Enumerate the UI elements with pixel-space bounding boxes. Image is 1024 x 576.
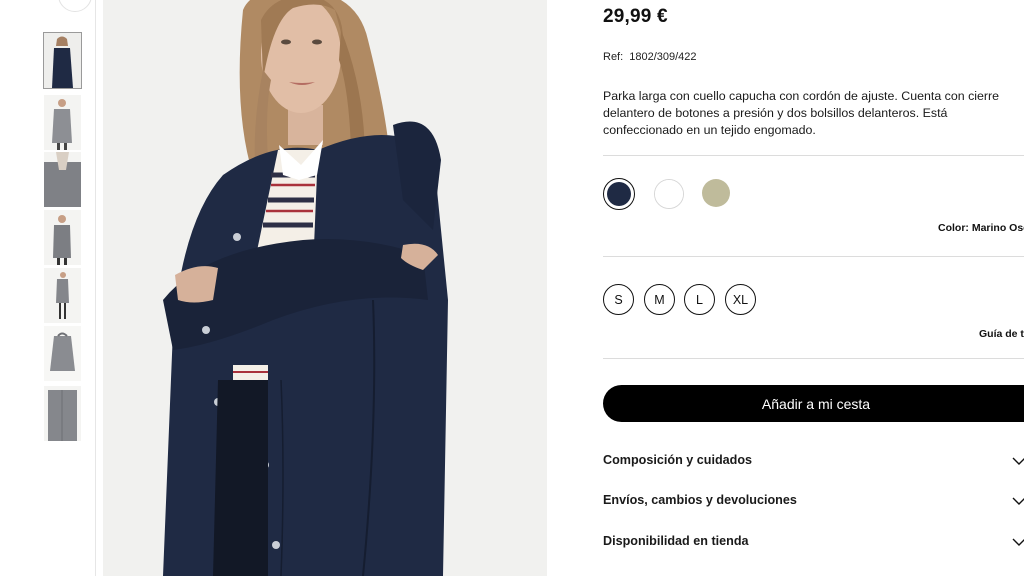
product-details-panel: 29,99 € Ref: 1802/309/422 Parka larga co…	[603, 0, 1024, 576]
accordion-label: Composición y cuidados	[603, 453, 753, 467]
thumbnail-7[interactable]	[44, 386, 81, 441]
color-label-prefix: Color:	[938, 222, 969, 234]
size-guide-link[interactable]: Guía de tallas	[979, 328, 1024, 340]
selected-color-label: Color: Marino Oscuro	[938, 222, 1024, 234]
size-option-xl[interactable]: XL	[725, 284, 756, 315]
chevron-down-icon	[1012, 497, 1024, 505]
thumbnail-4[interactable]	[44, 210, 81, 265]
accordion-label: Envíos, cambios y devoluciones	[603, 493, 797, 507]
product-description: Parka larga con cuello capucha con cordó…	[603, 89, 1000, 137]
divider	[603, 256, 1024, 257]
color-label-value: Marino Oscuro	[971, 222, 1024, 234]
parka-grey-detail-photo-icon	[44, 152, 81, 207]
thumbnail-3[interactable]	[44, 152, 81, 207]
main-product-image[interactable]	[103, 0, 547, 576]
thumbnail-6[interactable]	[44, 326, 81, 381]
color-swatch-white[interactable]	[654, 179, 684, 209]
chevron-down-icon	[1012, 538, 1024, 546]
thumbnail-1[interactable]	[43, 32, 82, 89]
color-swatch-navy[interactable]	[603, 178, 635, 210]
add-to-cart-button[interactable]: Añadir a mi cesta	[603, 385, 1024, 422]
thumbnail-2[interactable]	[44, 95, 81, 150]
size-option-l[interactable]: L	[684, 284, 715, 315]
gallery-up-button[interactable]	[58, 0, 92, 12]
thumbnail-gallery	[0, 0, 96, 576]
size-option-s[interactable]: S	[603, 284, 634, 315]
divider	[603, 358, 1024, 359]
accordion-label: Disponibilidad en tienda	[603, 534, 749, 548]
parka-grey-flat-photo-icon	[44, 326, 81, 381]
ref-value: 1802/309/422	[629, 51, 697, 63]
parka-grey-full-photo-icon	[44, 268, 81, 323]
color-swatch-khaki[interactable]	[702, 179, 730, 207]
ref-label: Ref:	[603, 51, 624, 63]
product-reference: Ref: 1802/309/422	[603, 51, 697, 63]
accordion-store-availability[interactable]: Disponibilidad en tienda	[603, 531, 1024, 553]
model-wearing-parka-illustration	[103, 0, 547, 576]
parka-grey-front-photo-icon	[44, 95, 81, 150]
accordion-composition[interactable]: Composición y cuidados	[603, 450, 1024, 472]
parka-grey-closeup-photo-icon	[44, 386, 81, 441]
product-price: 29,99 €	[603, 6, 668, 27]
size-option-m[interactable]: M	[644, 284, 675, 315]
parka-grey-model-photo-icon	[44, 210, 81, 265]
divider	[603, 155, 1024, 156]
chevron-down-icon	[1012, 457, 1024, 465]
thumbnail-5[interactable]	[44, 268, 81, 323]
accordion-shipping[interactable]: Envíos, cambios y devoluciones	[603, 490, 1024, 512]
parka-navy-photo-icon	[44, 33, 81, 88]
